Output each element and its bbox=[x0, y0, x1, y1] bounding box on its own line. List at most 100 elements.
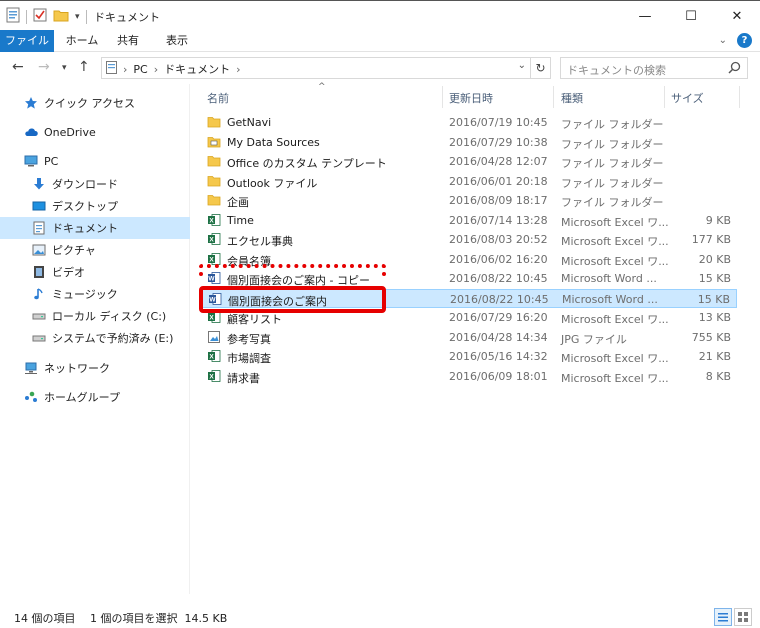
file-type: JPG ファイル bbox=[561, 332, 627, 346]
tab-home[interactable]: ホーム bbox=[60, 30, 104, 52]
file-type: Microsoft Excel ワ... bbox=[561, 254, 669, 268]
tab-view[interactable]: 表示 bbox=[156, 30, 198, 52]
new-folder-icon[interactable] bbox=[53, 8, 69, 25]
file-row[interactable]: X Time 2016/07/14 13:28 Microsoft Excel ワ..… bbox=[201, 211, 737, 230]
refresh-button[interactable]: ↻ bbox=[531, 57, 551, 79]
file-type: ファイル フォルダー bbox=[561, 196, 664, 209]
customize-toolbar-chevron-icon[interactable]: ▾ bbox=[75, 12, 80, 22]
column-header-size[interactable]: サイズ bbox=[671, 90, 704, 106]
breadcrumb-documents[interactable]: ドキュメント bbox=[164, 61, 230, 77]
tab-file[interactable]: ファイル bbox=[0, 30, 54, 52]
breadcrumb-chevron-icon[interactable]: › bbox=[154, 63, 158, 76]
up-arrow-icon[interactable]: ↑ bbox=[78, 59, 90, 75]
close-button[interactable]: ✕ bbox=[714, 1, 760, 31]
file-type: Microsoft Excel ワ... bbox=[561, 235, 669, 248]
nav-item-system-reserved-e[interactable]: システムで予約済み (E:) bbox=[0, 327, 190, 349]
nav-item-pictures[interactable]: ピクチャ bbox=[0, 239, 190, 261]
forward-arrow-icon[interactable]: → bbox=[38, 59, 50, 75]
network-icon bbox=[24, 361, 38, 375]
explorer-document-icon[interactable] bbox=[6, 7, 20, 26]
search-box[interactable]: ドキュメントの検索 bbox=[560, 57, 748, 79]
nav-item-desktop[interactable]: デスクトップ bbox=[0, 195, 190, 217]
file-row[interactable]: Outlook ファイル 2016/06/01 20:18 ファイル フォルダー bbox=[201, 172, 737, 191]
properties-icon[interactable] bbox=[33, 8, 47, 25]
minimize-button[interactable]: — bbox=[622, 1, 668, 31]
file-modified: 2016/07/19 10:45 bbox=[449, 116, 548, 129]
file-name: 個別面接会のご案内 - コピー bbox=[227, 274, 370, 287]
file-row[interactable]: Office のカスタム テンプレート 2016/04/28 12:07 ファイル … bbox=[201, 152, 737, 171]
column-header-type[interactable]: 種類 bbox=[561, 90, 583, 106]
maximize-button[interactable]: ☐ bbox=[668, 1, 714, 31]
address-bar[interactable]: › PC › ドキュメント › ⌄ bbox=[101, 57, 531, 79]
view-switcher bbox=[714, 608, 752, 626]
word-icon: W bbox=[207, 271, 221, 285]
video-icon bbox=[32, 265, 46, 279]
drive-icon bbox=[32, 331, 46, 345]
column-divider[interactable] bbox=[442, 86, 443, 108]
nav-item-network[interactable]: ネットワーク bbox=[0, 357, 190, 379]
file-row[interactable]: W 個別面接会のご案内 2016/08/22 10:45 Microsoft Word… bbox=[201, 288, 737, 308]
large-icons-view-icon bbox=[738, 612, 748, 622]
refresh-icon: ↻ bbox=[535, 61, 546, 75]
nav-item-documents[interactable]: ドキュメント bbox=[0, 217, 190, 239]
nav-item-downloads[interactable]: ダウンロード bbox=[0, 173, 190, 195]
column-divider[interactable] bbox=[553, 86, 554, 108]
file-modified: 2016/06/09 18:01 bbox=[449, 369, 548, 383]
nav-item-label: ピクチャ bbox=[52, 244, 96, 257]
file-row[interactable]: X 会員名簿 2016/06/02 16:20 Microsoft Excel ワ..… bbox=[201, 250, 737, 269]
file-row[interactable]: X 顧客リスト 2016/07/29 16:20 Microsoft Excel ワ.… bbox=[201, 308, 737, 327]
ribbon-right-controls: ⌄ ? bbox=[719, 33, 752, 48]
file-row[interactable]: X エクセル事典 2016/08/03 20:52 Microsoft Excel ワ… bbox=[201, 230, 737, 249]
nav-item-quick-access[interactable]: クイック アクセス bbox=[0, 92, 190, 114]
file-size: 21 KB bbox=[698, 350, 731, 363]
title-bar: ▾ ドキュメント — ☐ ✕ bbox=[0, 0, 760, 30]
column-divider[interactable] bbox=[664, 86, 665, 108]
nav-item-music[interactable]: ミュージック bbox=[0, 283, 190, 305]
nav-item-pc[interactable]: PC bbox=[0, 150, 190, 172]
nav-item-label: PC bbox=[44, 154, 59, 168]
file-name: 会員名簿 bbox=[227, 254, 271, 268]
large-icons-view-button[interactable] bbox=[734, 608, 752, 626]
nav-item-label: ダウンロード bbox=[52, 178, 118, 191]
column-divider[interactable] bbox=[739, 86, 740, 108]
file-row[interactable]: 参考写真 2016/04/28 14:34 JPG ファイル 755 KB bbox=[201, 328, 737, 347]
file-name: 市場調査 bbox=[227, 352, 271, 365]
status-bar: 14 個の項目 1 個の項目を選択 14.5 KB bbox=[0, 606, 760, 628]
folder-icon bbox=[207, 154, 221, 168]
column-header-name[interactable]: 名前 bbox=[207, 90, 229, 106]
file-row[interactable]: My Data Sources 2016/07/29 10:38 ファイル フォルダ… bbox=[201, 133, 737, 152]
file-name: 企画 bbox=[227, 196, 249, 209]
nav-item-local-disk-c[interactable]: ローカル ディスク (C:) bbox=[0, 305, 190, 327]
file-row[interactable]: X 市場調査 2016/05/16 14:32 Microsoft Excel ワ..… bbox=[201, 347, 737, 366]
search-icon[interactable] bbox=[728, 61, 741, 77]
back-arrow-icon[interactable]: ← bbox=[12, 59, 24, 75]
help-icon[interactable]: ? bbox=[737, 33, 752, 48]
tab-share[interactable]: 共有 bbox=[108, 30, 148, 52]
details-view-button[interactable] bbox=[714, 608, 732, 626]
recent-locations-chevron-icon[interactable]: ▾ bbox=[62, 63, 67, 73]
expand-ribbon-chevron-icon[interactable]: ⌄ bbox=[719, 35, 727, 46]
file-size: 13 KB bbox=[698, 311, 731, 324]
file-row[interactable]: X 請求書 2016/06/09 18:01 Microsoft Excel ワ...… bbox=[201, 367, 737, 386]
nav-item-videos[interactable]: ビデオ bbox=[0, 261, 190, 283]
breadcrumb-pc[interactable]: PC bbox=[133, 63, 147, 76]
address-history-chevron-icon[interactable]: ⌄ bbox=[518, 60, 526, 71]
column-header-modified[interactable]: 更新日時 bbox=[449, 90, 493, 106]
toolbar-divider bbox=[85, 9, 87, 24]
file-type: ファイル フォルダー bbox=[561, 176, 664, 190]
file-row[interactable]: GetNavi 2016/07/19 10:45 ファイル フォルダー bbox=[201, 113, 737, 132]
excel-icon: X bbox=[207, 310, 221, 324]
file-modified: 2016/06/02 16:20 bbox=[449, 252, 548, 266]
breadcrumb-chevron-icon[interactable]: › bbox=[236, 63, 240, 76]
breadcrumb-chevron-icon[interactable]: › bbox=[123, 63, 127, 76]
file-name: Time bbox=[227, 213, 254, 227]
file-row[interactable]: 企画 2016/08/09 18:17 ファイル フォルダー bbox=[201, 191, 737, 210]
nav-item-label: クイック アクセス bbox=[44, 97, 135, 110]
address-row: ← → ▾ ↑ › PC › ドキュメント › ⌄ ↻ ドキュメントの検索 bbox=[0, 52, 760, 84]
nav-item-homegroup[interactable]: ホームグループ bbox=[0, 386, 190, 408]
file-modified: 2016/04/28 14:34 bbox=[449, 330, 548, 344]
file-name: 請求書 bbox=[227, 371, 260, 385]
file-row[interactable]: W 個別面接会のご案内 - コピー 2016/08/22 10:45 Microsof… bbox=[201, 269, 737, 288]
nav-item-onedrive[interactable]: OneDrive bbox=[0, 121, 190, 143]
file-modified: 2016/07/29 10:38 bbox=[449, 135, 548, 149]
